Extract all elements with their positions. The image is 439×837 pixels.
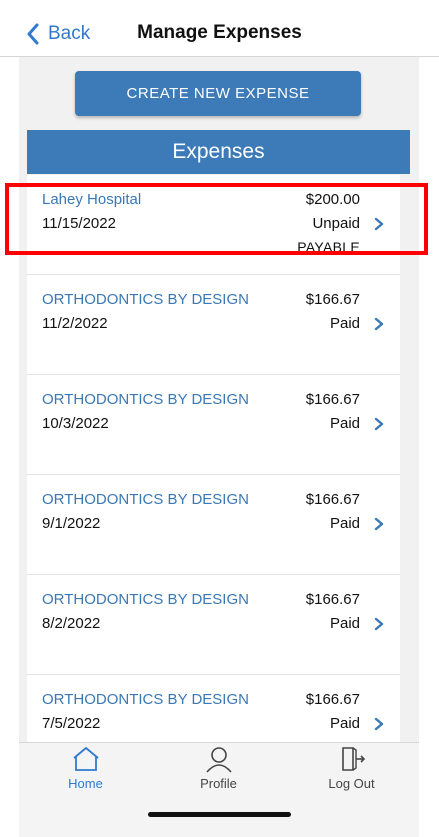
- expense-amount: $166.67: [305, 691, 360, 708]
- expense-row[interactable]: ORTHODONTICS BY DESIGN 11/2/2022 $166.67…: [27, 275, 400, 375]
- chevron-right-icon: [374, 717, 384, 731]
- home-indicator: [148, 812, 291, 817]
- nav-bar: Back Manage Expenses: [0, 0, 439, 57]
- expense-status: Paid: [329, 715, 360, 732]
- expense-list: Lahey Hospital 11/15/2022 $200.00 Unpaid…: [27, 175, 400, 742]
- expense-row[interactable]: ORTHODONTICS BY DESIGN 9/1/2022 $166.67 …: [27, 475, 400, 575]
- expense-status: Paid: [329, 315, 360, 332]
- expense-name: ORTHODONTICS BY DESIGN: [42, 491, 249, 508]
- expense-name: ORTHODONTICS BY DESIGN: [42, 591, 249, 608]
- expense-row[interactable]: ORTHODONTICS BY DESIGN 7/5/2022 $166.67 …: [27, 675, 400, 742]
- expense-status: Paid: [329, 615, 360, 632]
- expense-status: Paid: [329, 515, 360, 532]
- expense-name: ORTHODONTICS BY DESIGN: [42, 291, 249, 308]
- expense-date: 10/3/2022: [42, 415, 109, 432]
- tab-profile-label: Profile: [200, 776, 237, 791]
- expense-name: ORTHODONTICS BY DESIGN: [42, 691, 249, 708]
- chevron-right-icon: [374, 417, 384, 431]
- create-expense-button[interactable]: CREATE NEW EXPENSE: [75, 71, 361, 116]
- chevron-right-icon: [374, 317, 384, 331]
- chevron-right-icon: [374, 517, 384, 531]
- expense-date: 8/2/2022: [42, 615, 101, 632]
- logout-icon: [341, 747, 365, 771]
- expense-amount: $166.67: [305, 591, 360, 608]
- highlight-box: [5, 183, 428, 255]
- expense-amount: $166.67: [305, 291, 360, 308]
- home-icon: [72, 747, 99, 771]
- expense-date: 7/5/2022: [42, 715, 101, 732]
- expense-name: ORTHODONTICS BY DESIGN: [42, 391, 249, 408]
- expense-amount: $166.67: [305, 491, 360, 508]
- main-content[interactable]: CREATE NEW EXPENSE Expenses Lahey Hospit…: [19, 57, 419, 742]
- tab-logout[interactable]: Log Out: [285, 745, 418, 800]
- chevron-right-icon: [374, 617, 384, 631]
- expense-date: 11/2/2022: [42, 315, 108, 332]
- tab-logout-label: Log Out: [328, 776, 375, 791]
- profile-icon: [205, 747, 232, 773]
- expense-amount: $166.67: [305, 391, 360, 408]
- tab-home[interactable]: Home: [19, 745, 152, 800]
- page-title: Manage Expenses: [137, 22, 302, 43]
- expenses-section-title: Expenses: [27, 130, 410, 174]
- expense-row[interactable]: ORTHODONTICS BY DESIGN 10/3/2022 $166.67…: [27, 375, 400, 475]
- expense-date: 9/1/2022: [42, 515, 101, 532]
- tab-profile[interactable]: Profile: [152, 745, 285, 800]
- expense-row[interactable]: ORTHODONTICS BY DESIGN 8/2/2022 $166.67 …: [27, 575, 400, 675]
- expense-status: Paid: [329, 415, 360, 432]
- tab-bar: Home Profile Log Out: [19, 742, 419, 837]
- tab-home-label: Home: [68, 776, 103, 791]
